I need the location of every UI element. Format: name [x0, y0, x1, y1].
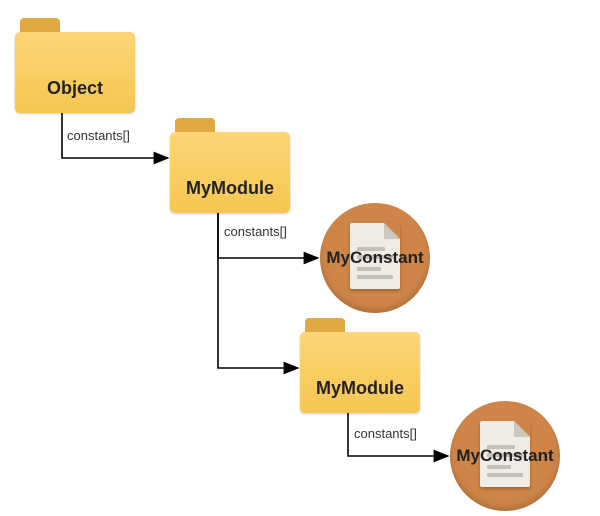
node-object: Object: [15, 18, 135, 113]
folder-icon: Object: [15, 18, 135, 113]
node-label: MyConstant: [456, 446, 553, 466]
node-label: MyConstant: [326, 248, 423, 268]
node-label: MyModule: [170, 178, 290, 199]
node-label: Object: [15, 78, 135, 99]
folder-icon: MyModule: [170, 118, 290, 213]
node-myconstant-2: MyConstant: [450, 401, 560, 511]
node-label: MyModule: [300, 378, 420, 399]
node-myconstant-1: MyConstant: [320, 203, 430, 313]
edge-label-constants-2: constants[]: [224, 224, 287, 239]
edge-label-constants-3: constants[]: [354, 426, 417, 441]
edge-label-constants-1: constants[]: [67, 128, 130, 143]
folder-icon: MyModule: [300, 318, 420, 413]
node-mymodule-1: MyModule: [170, 118, 290, 213]
node-mymodule-2: MyModule: [300, 318, 420, 413]
document-icon: MyConstant: [320, 203, 430, 313]
document-icon: MyConstant: [450, 401, 560, 511]
